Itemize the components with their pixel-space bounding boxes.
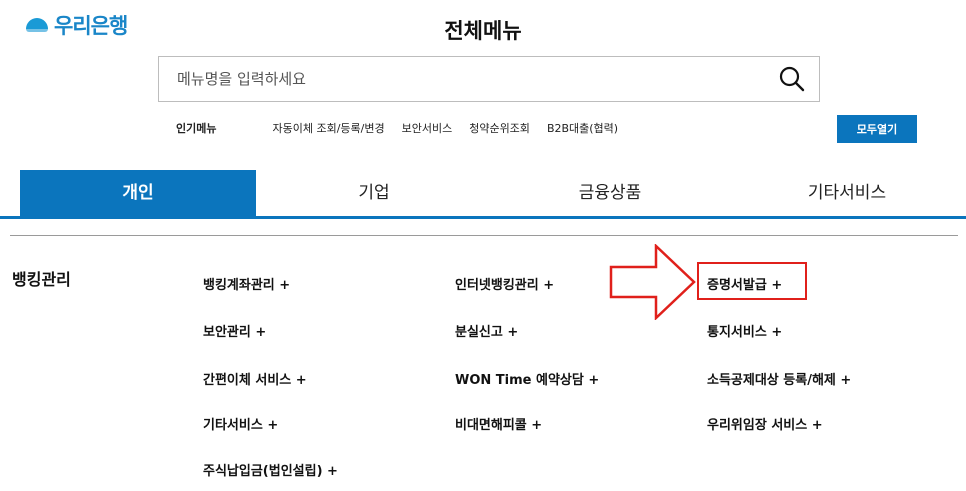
menu-item-notification-service[interactable]: 통지서비스 + <box>707 321 782 340</box>
page-title: 전체메뉴 <box>444 19 522 43</box>
popular-link-subscription-rank[interactable]: 청약순위조회 <box>469 120 530 136</box>
menu-item-other-services[interactable]: 기타서비스 + <box>203 414 278 433</box>
category-title-banking-management: 뱅킹관리 <box>12 270 71 289</box>
menu-item-account-management[interactable]: 뱅킹계좌관리 + <box>203 274 290 293</box>
popular-menu-label: 인기메뉴 <box>176 122 217 135</box>
menu-item-loss-report[interactable]: 분실신고 + <box>455 321 518 340</box>
tab-other-services[interactable]: 기타서비스 <box>728 170 966 216</box>
menu-item-internet-banking-management[interactable]: 인터넷뱅킹관리 + <box>455 274 554 293</box>
tabs-underline <box>0 216 966 219</box>
menu-item-simple-transfer-service[interactable]: 간편이체 서비스 + <box>203 369 307 388</box>
section-divider <box>10 235 958 236</box>
red-arrow-icon <box>609 244 696 320</box>
menu-search-input[interactable] <box>159 57 767 101</box>
popular-menu-bar: 인기메뉴 자동이체 조회/등록/변경 보안서비스 청약순위조회 B2B대출(협력… <box>176 120 635 136</box>
popular-link-security-service[interactable]: 보안서비스 <box>402 120 453 136</box>
tab-personal[interactable]: 개인 <box>20 170 256 216</box>
menu-item-woori-power-of-attorney[interactable]: 우리위임장 서비스 + <box>707 414 823 433</box>
search-icon[interactable] <box>779 66 805 92</box>
menu-item-won-time-reservation[interactable]: WON Time 예약상담 + <box>455 369 599 388</box>
search-box <box>158 56 820 102</box>
popular-link-auto-transfer[interactable]: 자동이체 조회/등록/변경 <box>272 120 384 136</box>
highlight-box <box>697 262 807 300</box>
open-all-button[interactable]: 모두열기 <box>837 115 917 143</box>
popular-link-b2b-loan[interactable]: B2B대출(협력) <box>547 120 618 136</box>
main-tabs: 개인 기업 금융상품 기타서비스 <box>0 170 966 219</box>
menu-item-security-management[interactable]: 보안관리 + <box>203 321 266 340</box>
menu-item-non-face-happy-call[interactable]: 비대면해피콜 + <box>455 414 542 433</box>
menu-item-tax-deduction-registration[interactable]: 소득공제대상 등록/해제 + <box>707 369 851 388</box>
tab-business[interactable]: 기업 <box>256 170 492 216</box>
tab-financial-products[interactable]: 금융상품 <box>492 170 728 216</box>
menu-item-stock-payment-incorporation[interactable]: 주식납입금(법인설립) + <box>203 460 338 479</box>
